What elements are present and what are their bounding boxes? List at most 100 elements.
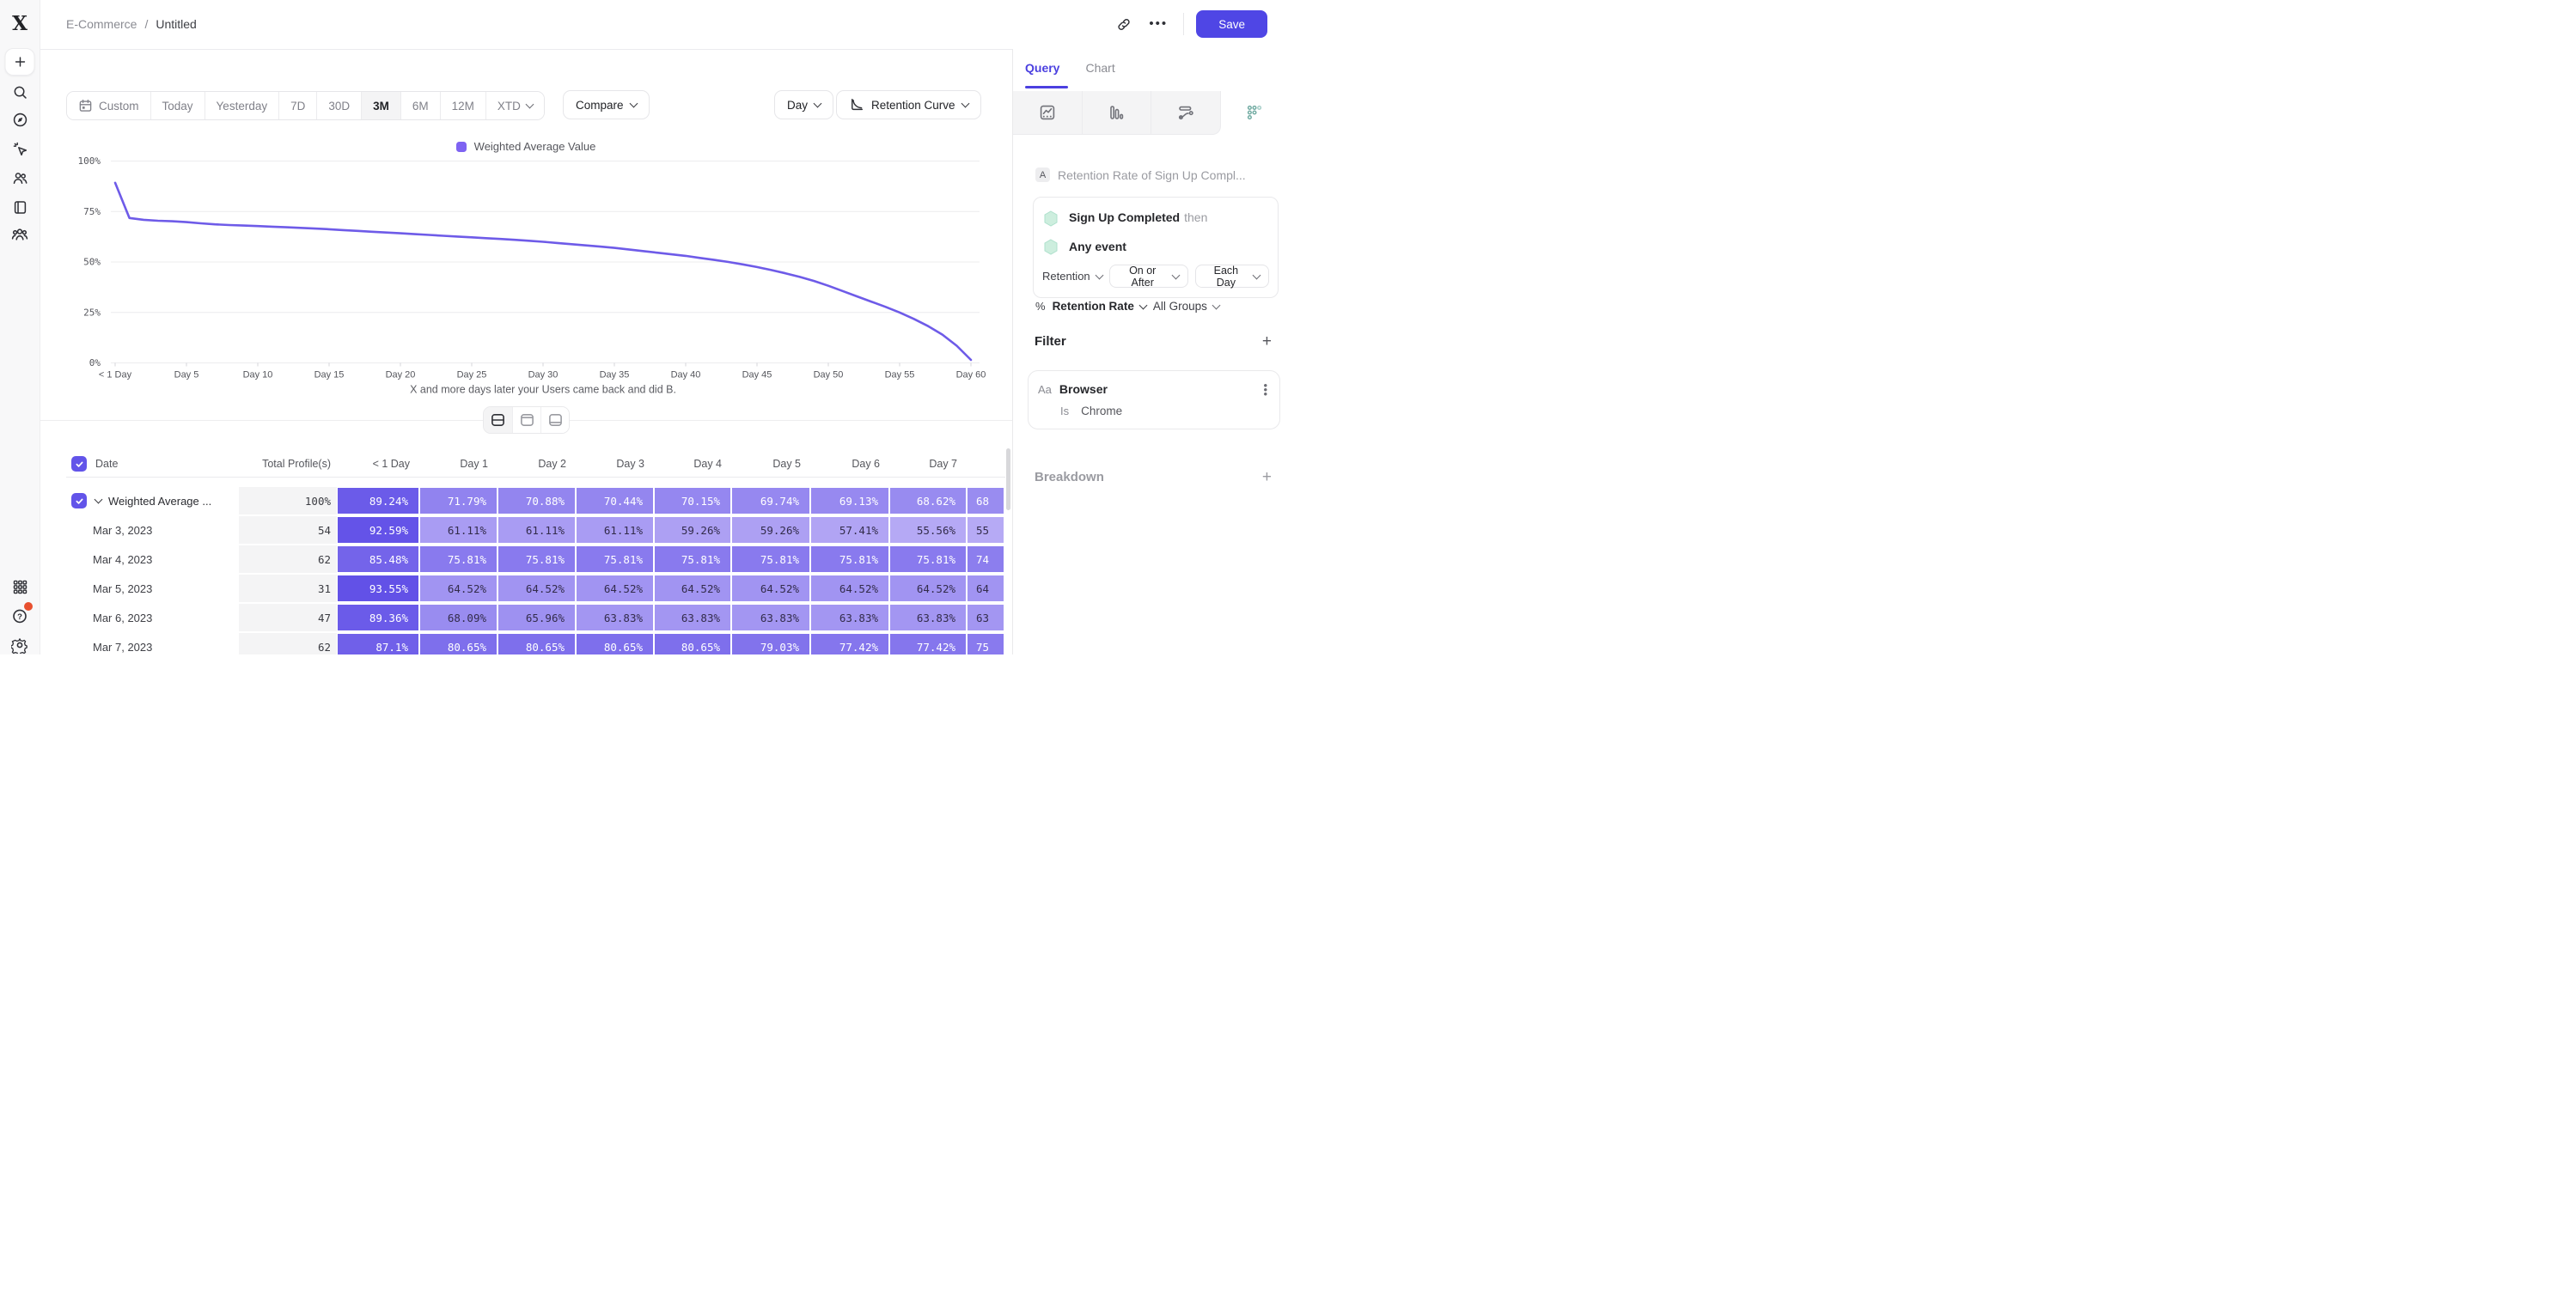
window-dropdown[interactable]: On or After [1109, 265, 1188, 288]
row-checkbox[interactable] [71, 493, 87, 508]
first-event-name[interactable]: Sign Up Completed [1069, 210, 1180, 224]
retention-cell[interactable]: 77.42% [889, 633, 967, 654]
retention-cell[interactable]: 63.83% [654, 604, 731, 631]
sidebar-search-button[interactable] [7, 79, 33, 105]
add-breakdown-button[interactable]: + [1262, 472, 1272, 484]
retention-cell[interactable]: 64.52% [576, 575, 654, 602]
retention-cell[interactable]: 61.11% [497, 516, 576, 544]
retention-cell[interactable]: 64.52% [889, 575, 967, 602]
range-today[interactable]: Today [150, 92, 204, 119]
retention-cell[interactable]: 63.83% [576, 604, 654, 631]
retention-cell[interactable]: 69.74% [731, 487, 810, 514]
retention-cell[interactable]: 63.83% [731, 604, 810, 631]
sidebar-boards-button[interactable] [7, 194, 33, 220]
bucket-dropdown[interactable]: Each Day [1195, 265, 1269, 288]
column-header-day[interactable]: Day 1 [419, 458, 497, 470]
retention-cell[interactable]: 89.24% [337, 487, 419, 514]
retention-cell[interactable]: 75.81% [419, 545, 497, 573]
range-xtd[interactable]: XTD [485, 92, 544, 119]
retention-cell[interactable]: 77.42% [810, 633, 889, 654]
retention-cell[interactable]: 75.81% [731, 545, 810, 573]
retention-cell-clipped[interactable]: 63 [967, 604, 1004, 631]
filter-value[interactable]: Chrome [1081, 405, 1122, 417]
total-profiles-cell[interactable]: 54 [239, 516, 337, 544]
sidebar-cohorts-button[interactable] [7, 222, 33, 247]
retention-cell[interactable]: 64.52% [419, 575, 497, 602]
total-profiles-cell[interactable]: 47 [239, 604, 337, 631]
total-profiles-cell[interactable]: 31 [239, 575, 337, 602]
retention-cell[interactable]: 71.79% [419, 487, 497, 514]
retention-cell[interactable]: 93.55% [337, 575, 419, 602]
retention-cell[interactable]: 68.62% [889, 487, 967, 514]
retention-cell[interactable]: 75.81% [497, 545, 576, 573]
filter-property[interactable]: Browser [1059, 382, 1256, 396]
range-custom[interactable]: Custom [67, 92, 150, 119]
retention-cell[interactable]: 87.1% [337, 633, 419, 654]
retention-cell-clipped[interactable]: 74 [967, 545, 1004, 573]
view-bar-chart-button[interactable] [1083, 91, 1152, 135]
retention-cell[interactable]: 64.52% [654, 575, 731, 602]
retention-line-series[interactable] [115, 183, 971, 360]
sidebar-help-button[interactable]: ? [7, 603, 33, 629]
breadcrumb-workspace[interactable]: E-Commerce [66, 17, 137, 31]
retention-cell[interactable]: 63.83% [810, 604, 889, 631]
total-profiles-cell[interactable]: 100% [239, 487, 337, 514]
view-flow-button[interactable] [1151, 91, 1221, 135]
retention-cell-clipped[interactable]: 55 [967, 516, 1004, 544]
layout-chart-only-button[interactable] [512, 407, 540, 433]
retention-cell[interactable]: 85.48% [337, 545, 419, 573]
compare-button[interactable]: Compare [563, 90, 650, 119]
filter-kebab-icon[interactable]: ••• [1263, 383, 1267, 396]
sidebar-events-button[interactable] [7, 136, 33, 161]
retention-cell[interactable]: 61.11% [576, 516, 654, 544]
retention-cell[interactable]: 69.13% [810, 487, 889, 514]
more-options-button[interactable]: ••• [1145, 11, 1171, 37]
retention-cell[interactable]: 64.52% [497, 575, 576, 602]
retention-cell[interactable]: 70.15% [654, 487, 731, 514]
tab-chart[interactable]: Chart [1085, 61, 1114, 75]
retention-cell[interactable]: 70.88% [497, 487, 576, 514]
granularity-dropdown[interactable]: Day [774, 90, 833, 119]
tab-query[interactable]: Query [1025, 61, 1059, 75]
filter-card[interactable]: Aa Browser ••• Is Chrome [1028, 370, 1280, 429]
retention-cell[interactable]: 75.81% [576, 545, 654, 573]
range-3m[interactable]: 3M [361, 92, 400, 119]
retention-cell[interactable]: 59.26% [654, 516, 731, 544]
retention-cell[interactable]: 57.41% [810, 516, 889, 544]
sidebar-settings-button[interactable] [7, 632, 33, 654]
retention-cell[interactable]: 79.03% [731, 633, 810, 654]
total-profiles-cell[interactable]: 62 [239, 545, 337, 573]
retention-cell[interactable]: 65.96% [497, 604, 576, 631]
range-12m[interactable]: 12M [440, 92, 485, 119]
retention-cell-clipped[interactable]: 68 [967, 487, 1004, 514]
groups-dropdown[interactable]: All Groups [1153, 300, 1219, 313]
save-button[interactable]: Save [1196, 10, 1267, 38]
range-30d[interactable]: 30D [316, 92, 361, 119]
retention-cell[interactable]: 64.52% [731, 575, 810, 602]
table-scrollbar[interactable] [1006, 448, 1010, 510]
view-retention-button[interactable] [1221, 91, 1289, 135]
retention-cell[interactable]: 80.65% [419, 633, 497, 654]
measure-dropdown[interactable]: Retention Rate [1053, 300, 1146, 313]
retention-chart[interactable]: 100%75%50%25%0%< 1 DayDay 5Day 10Day 15D… [40, 137, 1012, 399]
retention-cell[interactable]: 80.65% [576, 633, 654, 654]
column-header-day[interactable]: Day 6 [810, 458, 889, 470]
retention-cell[interactable]: 70.44% [576, 487, 654, 514]
event-row-second[interactable]: Any event [1042, 236, 1269, 257]
retention-cell[interactable]: 80.65% [654, 633, 731, 654]
create-new-button[interactable] [5, 48, 35, 76]
retention-cell-clipped[interactable]: 64 [967, 575, 1004, 602]
retention-cell[interactable]: 61.11% [419, 516, 497, 544]
retention-cell[interactable]: 75.81% [889, 545, 967, 573]
sidebar-profiles-button[interactable] [7, 165, 33, 191]
retention-mode-dropdown[interactable]: Retention [1042, 270, 1102, 283]
column-header-day[interactable]: Day 4 [654, 458, 731, 470]
sidebar-apps-button[interactable] [7, 574, 33, 600]
column-header-date[interactable]: Date [95, 458, 118, 470]
chart-type-dropdown[interactable]: Retention Curve [836, 90, 981, 119]
retention-cell[interactable]: 64.52% [810, 575, 889, 602]
range-6m[interactable]: 6M [400, 92, 440, 119]
retention-cell[interactable]: 59.26% [731, 516, 810, 544]
column-header-day[interactable]: Day 3 [576, 458, 654, 470]
share-link-button[interactable] [1111, 11, 1137, 37]
